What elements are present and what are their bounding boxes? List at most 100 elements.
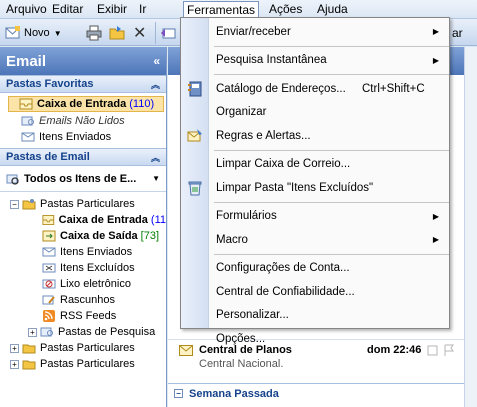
view-selector[interactable]: Todos os Itens de E... ▼ (0, 166, 166, 192)
message-preview: Central Nacional. (199, 358, 284, 370)
reply-button[interactable] (160, 24, 176, 42)
menu-item-label: Macro (216, 233, 248, 246)
folder-label: Pastas Particulares (40, 358, 135, 370)
favorites-item-sent[interactable]: Itens Enviados (0, 129, 166, 145)
rules-icon (187, 129, 202, 142)
menu-item-customize[interactable]: Personalizar... (181, 304, 449, 328)
expand-icon[interactable]: + (10, 343, 19, 353)
menu-exibir[interactable]: Exibir (94, 2, 130, 17)
menu-item-options[interactable]: Opções... (181, 327, 449, 351)
menu-item-label: Regras e Alertas... (216, 129, 311, 142)
collapse-section-icon[interactable]: ︽ (151, 78, 160, 91)
menu-item-account-settings[interactable]: Configurações de Conta... (181, 257, 449, 281)
menu-item-label: Pesquisa Instantânea (216, 54, 327, 67)
collapse-group-icon[interactable]: − (174, 389, 183, 398)
delete-button[interactable]: ✕ (133, 24, 146, 42)
sent-items-icon (21, 132, 35, 142)
mail-folders-section-header[interactable]: Pastas de Email ︽ (0, 148, 166, 166)
menu-acoes[interactable]: Ações (266, 2, 305, 17)
folder-outbox[interactable]: Caixa de Saída [73] (0, 228, 166, 244)
collapse-section-icon[interactable]: ︽ (151, 151, 160, 164)
folder-deleted[interactable]: Itens Excluídos (0, 260, 166, 276)
view-selector-label: Todos os Itens de E... (24, 172, 137, 185)
favorites-item-inbox[interactable]: Caixa de Entrada (110) (8, 96, 164, 112)
menu-item-label: Central de Confiabilidade... (216, 285, 355, 298)
toolbar-right-fragment[interactable]: ar (452, 24, 463, 42)
mail-folders-section-title: Pastas de Email (6, 151, 90, 163)
inbox-icon (19, 98, 33, 110)
drafts-icon (42, 295, 55, 305)
folder-junk[interactable]: Lixo eletrônico (0, 276, 166, 292)
menu-ir[interactable]: Ir (136, 2, 149, 17)
collapse-pane-icon[interactable]: « (153, 54, 160, 68)
folder-rss[interactable]: RSS Feeds (0, 308, 166, 324)
menu-item-address-book[interactable]: Catálogo de Endereços... Ctrl+Shift+C (181, 77, 449, 101)
menu-ajuda[interactable]: Ajuda (314, 2, 351, 17)
folder-label: Rascunhos (60, 294, 116, 306)
menu-arquivo[interactable]: Arquivo (3, 2, 50, 17)
folder-sent[interactable]: Itens Enviados (0, 244, 166, 260)
navigation-pane: Email « Pastas Favoritas ︽ Caixa de Entr… (0, 47, 167, 407)
menu-item-label: Opções... (216, 332, 266, 345)
toolbar-divider (155, 22, 156, 44)
expand-icon[interactable]: + (28, 327, 37, 337)
menu-item-organize[interactable]: Organizar (181, 101, 449, 125)
chevron-down-icon[interactable]: ▼ (152, 174, 160, 183)
print-button[interactable] (86, 24, 102, 42)
menu-separator (214, 74, 449, 75)
junk-mail-icon (42, 279, 56, 289)
nav-pane-header: Email « (0, 47, 166, 75)
tools-menu: Enviar/receber ▶ Pesquisa Instantânea ▶ … (180, 17, 450, 345)
folder-tree-root-2[interactable]: + Pastas Particulares (0, 340, 166, 356)
menu-item-instant-search[interactable]: Pesquisa Instantânea ▶ (181, 49, 449, 73)
new-button[interactable]: Novo ▼ (5, 24, 62, 42)
folder-drafts[interactable]: Rascunhos (0, 292, 166, 308)
group-header[interactable]: − Semana Passada (168, 383, 468, 403)
sent-items-icon (42, 247, 56, 257)
submenu-arrow-icon: ▶ (432, 55, 439, 65)
personal-folders-icon (22, 360, 36, 370)
menu-item-macro[interactable]: Macro ▶ (181, 228, 449, 252)
menu-item-label: Limpar Caixa de Correio... (216, 158, 351, 171)
menu-item-label: Organizar (216, 106, 267, 119)
menu-separator (214, 149, 449, 151)
collapse-icon[interactable]: − (10, 199, 19, 209)
folder-label: Lixo eletrônico (60, 278, 131, 290)
search-folder-icon (40, 327, 53, 337)
group-label: Semana Passada (189, 387, 279, 400)
folder-label: Caixa de Entrada (58, 214, 148, 226)
folder-tree-root-3[interactable]: + Pastas Particulares (0, 356, 166, 372)
favorites-section-title: Pastas Favoritas (6, 78, 94, 90)
menu-item-send-receive[interactable]: Enviar/receber ▶ (181, 20, 449, 44)
chevron-down-icon[interactable]: ▼ (54, 29, 62, 38)
personal-folders-icon (22, 344, 36, 354)
folder-tree-root[interactable]: − Pastas Particulares (0, 196, 166, 212)
new-button-label: Novo (24, 27, 50, 39)
menu-separator (214, 45, 449, 47)
move-to-folder-button[interactable] (109, 24, 125, 42)
menu-editar[interactable]: Editar (49, 2, 86, 17)
menu-item-mailbox-cleanup[interactable]: Limpar Caixa de Correio... (181, 153, 449, 177)
menu-item-rules-alerts[interactable]: Regras e Alertas... (181, 124, 449, 148)
favorites-item-label: Itens Enviados (39, 131, 112, 143)
menu-item-shortcut: Ctrl+Shift+C (362, 82, 425, 95)
folder-label: RSS Feeds (60, 310, 117, 322)
print-icon (86, 25, 102, 41)
menu-item-empty-deleted[interactable]: Limpar Pasta "Itens Excluídos" (181, 176, 449, 200)
unread-count: (11 (150, 214, 166, 226)
menu-item-label: Personalizar... (216, 309, 289, 322)
favorites-item-label: Emails Não Lidos (39, 115, 125, 127)
menu-item-label: Enviar/receber (216, 25, 291, 38)
message-list-scrollbar[interactable] (464, 47, 477, 407)
folder-search[interactable]: + Pastas de Pesquisa (0, 324, 166, 340)
rss-icon (43, 310, 55, 322)
expand-icon[interactable]: + (10, 359, 19, 369)
folder-inbox[interactable]: Caixa de Entrada (11 (0, 212, 166, 228)
submenu-arrow-icon: ▶ (432, 235, 439, 245)
favorites-section-header[interactable]: Pastas Favoritas ︽ (0, 75, 166, 93)
outbox-icon (42, 230, 56, 242)
menu-item-forms[interactable]: Formulários ▶ (181, 205, 449, 229)
menu-item-label: Configurações de Conta... (216, 262, 350, 275)
menu-item-trust-center[interactable]: Central de Confiabilidade... (181, 280, 449, 304)
favorites-item-unread[interactable]: Emails Não Lidos (0, 113, 166, 129)
